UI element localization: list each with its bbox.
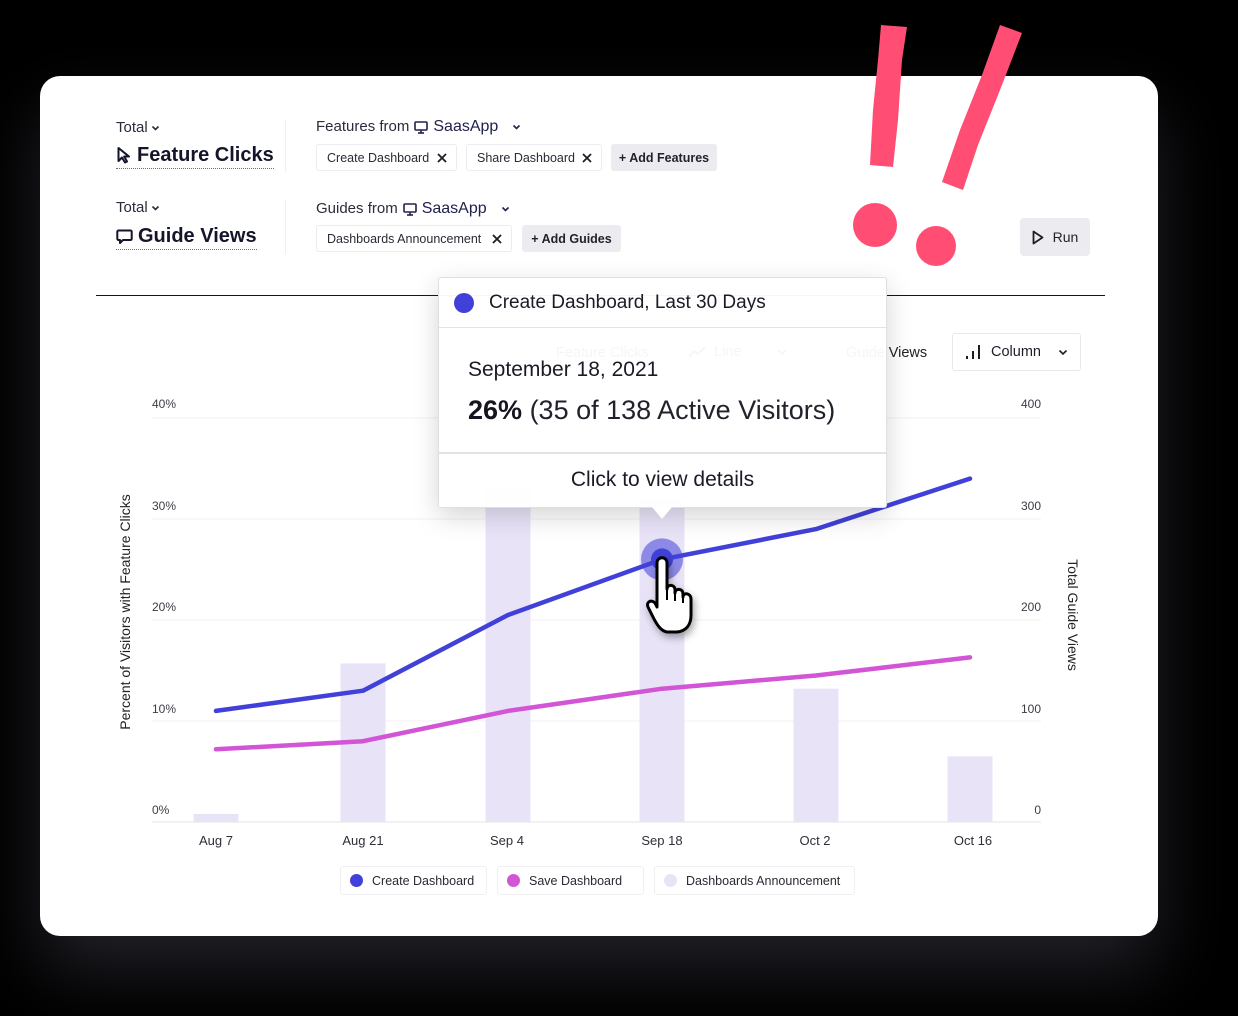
y2-tick-label: 300 [1020, 499, 1041, 513]
x-tick-label: Sep 18 [641, 833, 683, 848]
tooltip-value: 26% (35 of 138 Active Visitors) [468, 394, 835, 426]
y2-tick-label: 400 [1020, 397, 1041, 411]
y2-axis-title: Total Guide Views [1065, 559, 1081, 671]
tooltip-series-label: Create Dashboard, Last 30 Days [489, 291, 766, 313]
bar-dashboards-announcement-aug-7[interactable] [193, 813, 239, 822]
legend-swatch [507, 874, 520, 887]
y-tick-label: 40% [152, 397, 177, 411]
y-tick-label: 30% [152, 499, 177, 513]
series-color-dot [454, 292, 474, 313]
tooltip-arrow [652, 507, 672, 519]
x-tick-label: Oct 16 [953, 833, 993, 848]
y2-tick-label: 200 [1020, 600, 1041, 614]
tooltip-header: Create Dashboard, Last 30 Days [439, 278, 886, 328]
tooltip-percent: 26% [468, 395, 523, 425]
view-details-link[interactable]: Click to view details [439, 467, 886, 493]
data-point-create-dashboard[interactable] [214, 708, 218, 713]
y-tick-label: 20% [152, 600, 177, 614]
y-tick-label: 0% [152, 803, 170, 817]
bar-dashboards-announcement-sep-4[interactable] [485, 488, 531, 822]
x-tick-label: Sep 4 [490, 833, 524, 848]
data-point-tooltip: Create Dashboard, Last 30 Days September… [438, 277, 887, 519]
data-point-save-dashboard[interactable] [214, 747, 218, 752]
combo-chart [152, 417, 1041, 823]
x-tick-label: Aug 21 [342, 833, 384, 848]
legend-item-create-dashboard[interactable]: Create Dashboard [340, 866, 487, 895]
legend-item-dashboards-announcement[interactable]: Dashboards Announcement [654, 866, 855, 895]
line-series [213, 476, 973, 752]
bar-dashboards-announcement-oct-2[interactable] [793, 688, 839, 822]
y-axis-title: Percent of Visitors with Feature Clicks [117, 494, 133, 730]
legend-swatch [664, 874, 677, 887]
data-point-create-dashboard[interactable] [361, 688, 365, 693]
tooltip-divider [439, 452, 886, 454]
hand-cursor-icon [646, 556, 693, 634]
tooltip-date: September 18, 2021 [468, 358, 659, 381]
data-point-save-dashboard[interactable] [361, 739, 365, 744]
data-point-create-dashboard[interactable] [968, 476, 972, 481]
legend-item-save-dashboard[interactable]: Save Dashboard [497, 866, 644, 895]
y2-tick-label: 0 [1034, 803, 1041, 817]
legend-label: Save Dashboard [529, 873, 623, 888]
data-point-save-dashboard[interactable] [968, 655, 972, 660]
legend-label: Create Dashboard [372, 873, 475, 888]
data-point-create-dashboard[interactable] [506, 612, 510, 617]
bars-dashboards-announcement [193, 488, 993, 822]
x-tick-label: Oct 2 [799, 833, 831, 848]
data-point-save-dashboard[interactable] [660, 686, 664, 691]
data-point-save-dashboard[interactable] [506, 708, 510, 713]
x-tick-label: Aug 7 [199, 833, 233, 848]
bar-dashboards-announcement-oct-16[interactable] [947, 756, 993, 822]
line-create-dashboard [213, 476, 973, 714]
tooltip-detail: (35 of 138 Active Visitors) [529, 395, 836, 425]
line-save-dashboard [213, 655, 973, 752]
y2-tick-label: 100 [1020, 702, 1041, 716]
legend-swatch [350, 874, 363, 887]
data-point-save-dashboard[interactable] [814, 673, 818, 678]
y-tick-label: 10% [152, 702, 177, 716]
data-point-create-dashboard[interactable] [814, 527, 818, 532]
legend-label: Dashboards Announcement [686, 873, 841, 888]
